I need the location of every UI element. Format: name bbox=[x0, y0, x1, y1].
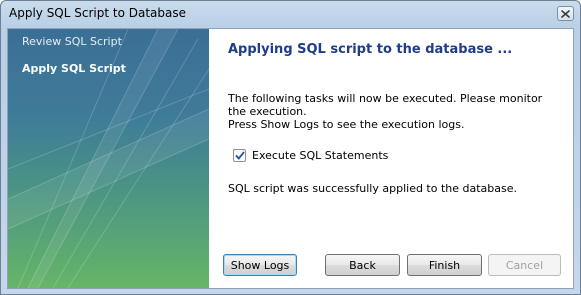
dialog-client-area: Review SQL Script Apply SQL Script Apply… bbox=[7, 28, 574, 289]
close-button[interactable] bbox=[557, 6, 574, 21]
task-execute-sql: Execute SQL Statements bbox=[233, 149, 388, 162]
status-message: SQL script was successfully applied to t… bbox=[228, 182, 518, 195]
task-label: Execute SQL Statements bbox=[252, 149, 389, 162]
close-icon bbox=[561, 9, 570, 18]
title-bar[interactable]: Apply SQL Script to Database bbox=[1, 1, 580, 27]
back-button[interactable]: Back bbox=[325, 254, 400, 276]
cancel-button[interactable]: Cancel bbox=[488, 254, 561, 276]
window-title: Apply SQL Script to Database bbox=[9, 6, 186, 20]
sidebar-step-review: Review SQL Script bbox=[22, 35, 122, 48]
checkmark-icon bbox=[234, 151, 245, 160]
sidebar-step-apply: Apply SQL Script bbox=[22, 62, 126, 75]
description-line-2: Press Show Logs to see the execution log… bbox=[228, 118, 465, 131]
dialog-window: Apply SQL Script to Database Review SQL … bbox=[0, 0, 581, 295]
task-checkbox[interactable] bbox=[233, 149, 246, 162]
description: The following tasks will now be executed… bbox=[228, 92, 548, 131]
wizard-sidebar: Review SQL Script Apply SQL Script bbox=[8, 29, 209, 288]
wizard-content: Applying SQL script to the database ... … bbox=[209, 29, 573, 288]
page-heading: Applying SQL script to the database ... bbox=[228, 42, 513, 57]
show-logs-button[interactable]: Show Logs bbox=[223, 254, 297, 276]
finish-button[interactable]: Finish bbox=[407, 254, 482, 276]
description-line-1: The following tasks will now be executed… bbox=[228, 92, 543, 118]
